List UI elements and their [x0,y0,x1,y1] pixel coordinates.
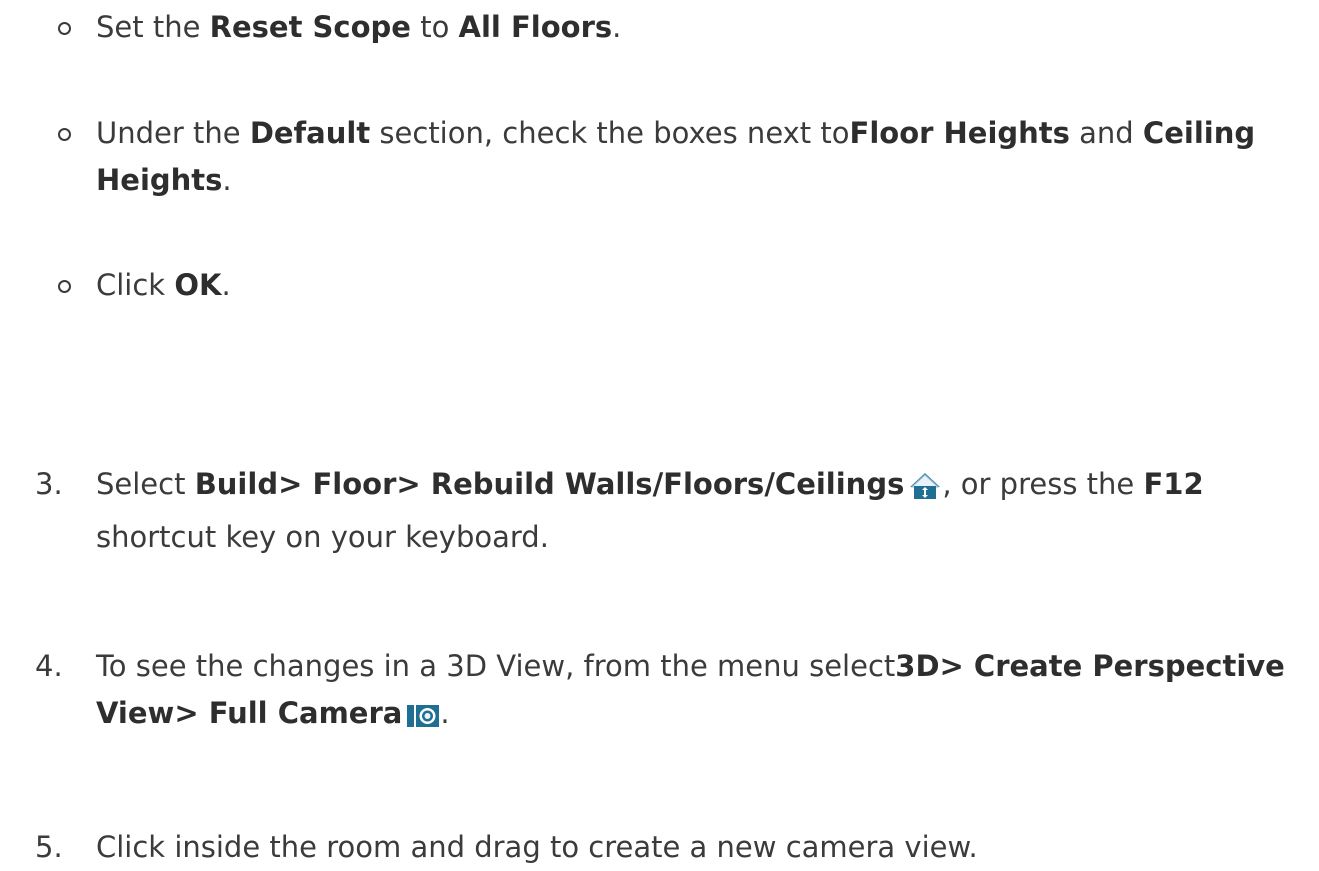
text-segment: section, check the boxes next to [370,116,850,150]
bold-segment: OK [174,268,222,302]
sub-step-click-ok: Click OK. [58,262,1305,309]
text-segment: shortcut key on your keyboard. [96,520,549,554]
text-segment: To see the changes in a 3D View, from th… [96,649,896,683]
step-3: 3. Select Build> Floor> Rebuild Walls/Fl… [35,461,1313,561]
step-5: 5. Click inside the room and drag to cre… [35,824,1313,871]
menu-path: Build> Floor> Rebuild Walls/Floors/Ceili… [194,467,905,501]
text-segment: and [1069,116,1143,150]
text-segment: Click inside the room and drag to create… [96,830,978,864]
step-4: 4. To see the changes in a 3D View, from… [35,643,1313,743]
sub-step-reset-scope: Set the Reset Scope to All Floors. [58,4,1305,51]
document-body: Set the Reset Scope to All Floors. Under… [0,0,1319,870]
rebuild-walls-icon [908,467,942,514]
bullet-marker [58,22,71,35]
step-number: 4. [35,649,63,683]
bold-segment: Floor Heights [849,116,1070,150]
bullet-marker [58,280,71,293]
sub-step-default-section: Under the Default section, check the box… [58,110,1305,204]
step-number: 5. [35,830,63,864]
text-segment: . [222,163,232,197]
text-segment: Set the [96,10,210,44]
text-segment: . [221,268,231,302]
text-segment: . [440,696,450,730]
text-segment: to [410,10,459,44]
bullet-marker [58,128,71,141]
text-segment: Under the [96,116,250,150]
bold-segment: Reset Scope [209,10,411,44]
full-camera-icon [406,696,440,743]
text-segment: , or press the [942,467,1144,501]
text-segment: . [612,10,622,44]
shortcut-key: F12 [1143,467,1204,501]
text-segment: Click [96,268,175,302]
step-number: 3. [35,467,63,501]
bold-segment: All Floors [458,10,613,44]
bold-segment: Default [249,116,371,150]
text-segment: Select [96,467,195,501]
